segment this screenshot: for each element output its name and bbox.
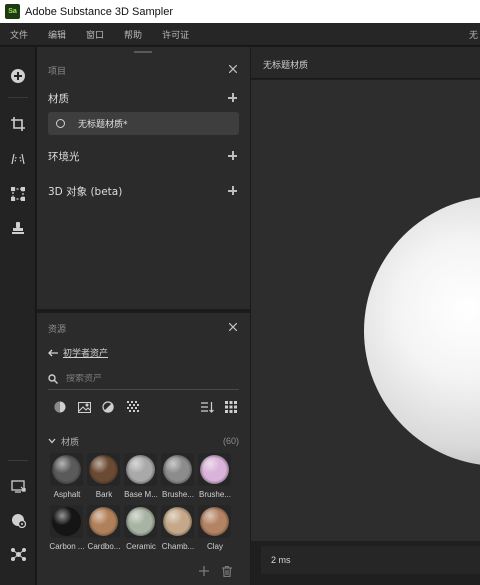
trash-icon[interactable] (221, 565, 233, 577)
add-icon[interactable] (198, 565, 210, 577)
panel-grip[interactable] (134, 51, 152, 53)
viewport-tab[interactable]: 无标题材质 (251, 47, 480, 79)
material-name: Brushe... (161, 490, 194, 499)
loading-spinner-icon (56, 119, 65, 128)
objects-section-label: 3D 对象 (beta) (48, 185, 123, 198)
perspective-icon[interactable] (9, 150, 27, 168)
close-icon[interactable] (228, 322, 238, 332)
material-name: Bark (95, 490, 113, 499)
chevron-down-icon (48, 438, 56, 444)
material-thumbnail (89, 455, 118, 484)
project-panel: 项目 材质 无标题材质* 环境光 3D 对象 (beta) (37, 47, 250, 309)
viewport-tab-label: 无标题材质 (263, 61, 309, 71)
toolbar-divider (8, 460, 28, 461)
material-tile[interactable]: Bark (87, 453, 122, 499)
menu-license[interactable]: 许可证 (152, 28, 199, 41)
back-link-label: 初学者资产 (63, 349, 109, 359)
preview-sphere (364, 196, 480, 466)
material-name: Carbon ... (49, 542, 85, 551)
material-name: Base M... (124, 490, 158, 499)
search-box (48, 369, 239, 390)
material-name: Cardbo... (87, 542, 121, 551)
objects-section: 3D 对象 (beta) (48, 183, 238, 199)
material-tile[interactable]: Brushe... (161, 453, 196, 499)
app-logo: Sa (5, 4, 20, 19)
environment-filter-icon[interactable] (101, 400, 115, 414)
project-panel-title: 项目 (48, 67, 67, 77)
stamp-icon[interactable] (9, 219, 27, 237)
viewport-status-bar: 2 ms (261, 546, 480, 574)
menu-bar: 文件 编辑 窗口 帮助 许可证 无 (0, 23, 480, 46)
crop-icon[interactable] (9, 115, 27, 133)
environment-section: 环境光 (48, 148, 238, 164)
grid-view-icon[interactable] (224, 400, 238, 414)
material-tile[interactable]: Brushe... (198, 453, 233, 499)
molecule-icon[interactable] (9, 545, 27, 563)
add-circle-icon[interactable] (9, 67, 27, 85)
render-time: 2 ms (271, 555, 291, 565)
material-thumbnail (163, 507, 192, 536)
material-settings-icon[interactable] (9, 511, 27, 529)
material-thumbnail (126, 455, 155, 484)
tiling-icon[interactable] (9, 185, 27, 203)
back-link[interactable]: 初学者资产 (48, 346, 108, 359)
pattern-filter-icon[interactable] (126, 400, 140, 414)
material-tile[interactable]: Ceramic (124, 505, 159, 551)
add-object-icon[interactable] (228, 186, 238, 196)
menu-file[interactable]: 文件 (0, 28, 38, 41)
search-input[interactable] (66, 374, 216, 384)
filter-row (48, 400, 239, 416)
environment-section-label: 环境光 (48, 150, 80, 163)
material-tile[interactable]: Carbon ... (49, 505, 85, 551)
category-count: (60) (222, 436, 239, 446)
materials-section: 材质 (48, 90, 238, 106)
category-header[interactable]: 材质 (60) (48, 434, 239, 448)
material-tile[interactable]: Base M... (124, 453, 159, 499)
viewport-canvas[interactable] (251, 80, 480, 541)
material-tile[interactable]: Clay (198, 505, 233, 551)
materials-section-label: 材质 (48, 92, 69, 105)
material-filter-icon[interactable] (53, 400, 67, 414)
material-thumbnail (52, 507, 81, 536)
material-thumbnail (200, 455, 229, 484)
project-material-item[interactable]: 无标题材质* (48, 112, 239, 135)
material-tile[interactable]: Chamb... (161, 505, 196, 551)
material-tile[interactable]: Asphalt (50, 453, 85, 499)
material-thumbnail (52, 455, 81, 484)
menu-window[interactable]: 窗口 (76, 28, 114, 41)
image-filter-icon[interactable] (77, 400, 91, 414)
assets-panel-title: 资源 (48, 325, 67, 335)
assets-panel: 资源 初学者资产 材质 (60) (37, 311, 250, 585)
add-environment-icon[interactable] (228, 151, 238, 161)
left-toolbar (0, 47, 36, 585)
window-title: Adobe Substance 3D Sampler (25, 5, 173, 18)
material-name: Chamb... (161, 542, 195, 551)
toolbar-divider (8, 97, 28, 98)
material-item-label: 无标题材质* (78, 120, 128, 130)
material-thumbnail (89, 507, 118, 536)
menu-edit[interactable]: 编辑 (38, 28, 76, 41)
arrow-left-icon (48, 349, 58, 356)
material-name: Asphalt (53, 490, 81, 499)
material-name: Brushe... (198, 490, 231, 499)
material-name: Clay (206, 542, 223, 551)
viewport: 无标题材质 2 ms (251, 47, 480, 585)
sort-icon[interactable] (200, 400, 214, 414)
menu-right-text[interactable]: 无 (469, 28, 478, 41)
material-name: Ceramic (126, 542, 156, 551)
material-thumbnail (163, 455, 192, 484)
assets-footer (37, 559, 250, 585)
material-thumbnail (126, 507, 155, 536)
title-bar: Sa Adobe Substance 3D Sampler (0, 0, 480, 23)
add-material-icon[interactable] (228, 93, 238, 103)
material-tile[interactable]: Cardbo... (87, 505, 122, 551)
category-label: 材质 (61, 437, 80, 448)
export-screen-icon[interactable] (9, 477, 27, 495)
material-thumbnail (200, 507, 229, 536)
menu-help[interactable]: 帮助 (114, 28, 152, 41)
close-icon[interactable] (228, 64, 238, 74)
search-icon (48, 374, 58, 384)
